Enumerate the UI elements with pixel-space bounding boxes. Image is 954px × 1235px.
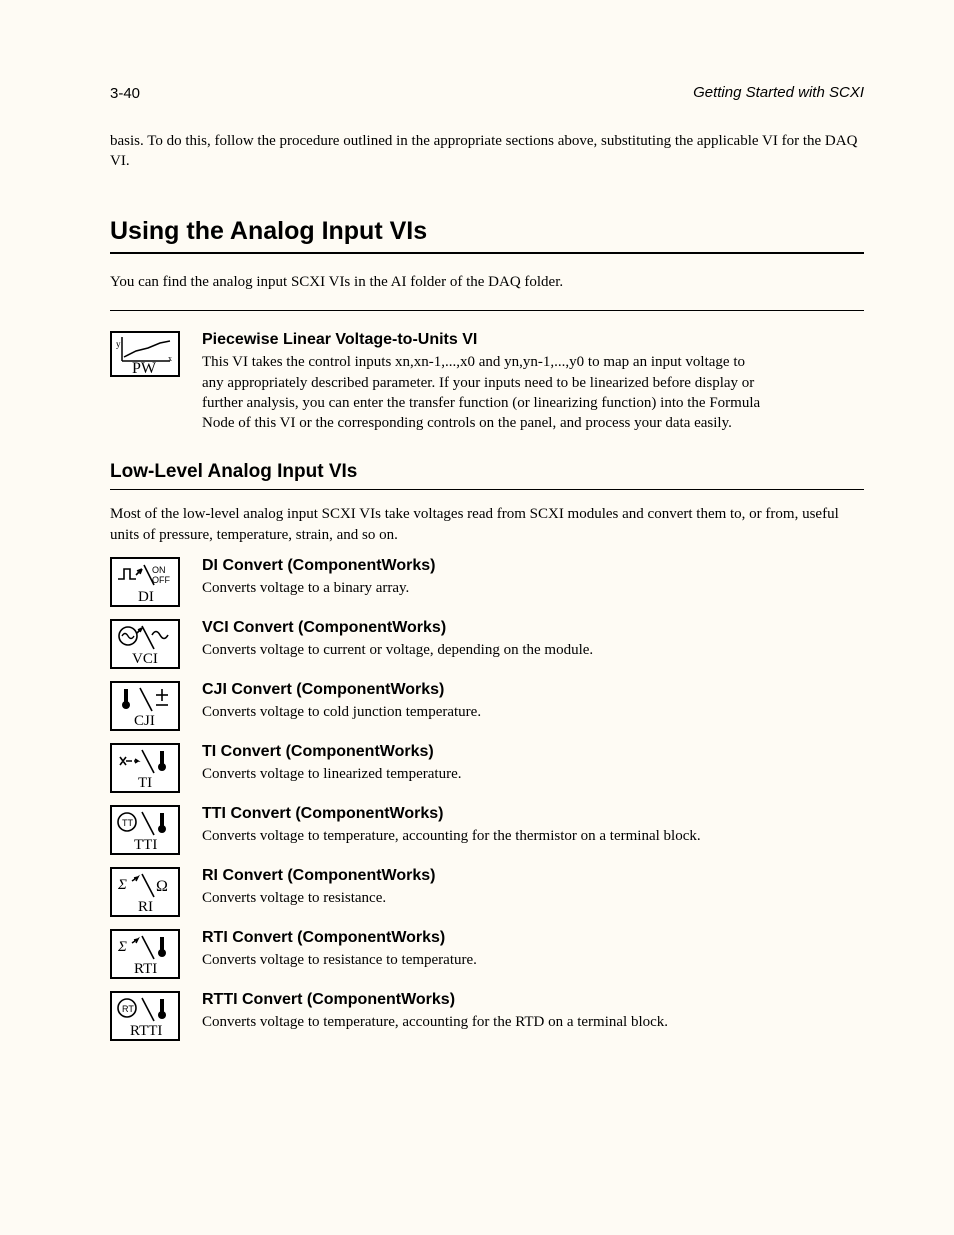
vi-name: DI Convert (ComponentWorks) [202,555,762,577]
vi-row-ti: TI TI Convert (ComponentWorks) Converts … [110,741,864,793]
svg-text:TT: TT [122,818,133,828]
low-level-intro: Most of the low-level analog input SCXI … [110,504,864,545]
vi-desc: Converts voltage to temperature, account… [202,1012,762,1032]
pw-vi-title: Piecewise Linear Voltage-to-Units VI [202,329,762,351]
vi-name: RTI Convert (ComponentWorks) [202,927,762,949]
after-rule-paragraph: You can find the analog input SCXI VIs i… [110,272,864,292]
vi-row-rtti: RT RTTI RTTI Convert (ComponentWorks) Co… [110,989,864,1041]
low-level-title: Low-Level Analog Input VIs [110,461,864,483]
svg-text:CJI: CJI [134,713,155,729]
svg-text:VCI: VCI [132,651,158,667]
vi-list: ON OFF DI DI Convert (ComponentWorks) Co… [110,555,864,1041]
svg-text:x: x [168,354,172,363]
page: 3-40 Getting Started with SCXI basis. To… [0,0,954,1235]
vi-row-cji: CJI CJI Convert (ComponentWorks) Convert… [110,679,864,731]
vi-desc: Converts voltage to current or voltage, … [202,640,762,660]
piecewise-linear-icon: y x PW [110,331,180,377]
thin-rule-2 [110,489,864,490]
svg-text:OFF: OFF [152,575,170,585]
pw-icon-label: PW [132,360,157,375]
vi-row-ri: Σ Ω RI RI Convert (ComponentWorks) Conve… [110,865,864,917]
pw-vi-text: Piecewise Linear Voltage-to-Units VI Thi… [202,329,762,434]
vi-row-di: ON OFF DI DI Convert (ComponentWorks) Co… [110,555,864,607]
svg-text:TI: TI [138,775,152,791]
vi-desc: Converts voltage to temperature, account… [202,826,762,846]
vi-desc: Converts voltage to a binary array. [202,578,762,598]
vi-name: RTTI Convert (ComponentWorks) [202,989,762,1011]
svg-text:ON: ON [152,565,166,575]
ti-convert-icon: TI [110,743,180,793]
thin-rule-1 [110,310,864,311]
vi-name: CJI Convert (ComponentWorks) [202,679,762,701]
svg-text:y: y [116,339,121,349]
vi-row-vci: VCI VCI Convert (ComponentWorks) Convert… [110,617,864,669]
cji-convert-icon: CJI [110,681,180,731]
ri-convert-icon: Σ Ω RI [110,867,180,917]
svg-text:TTI: TTI [134,837,157,853]
rtti-convert-icon: RT RTTI [110,991,180,1041]
book-title: Getting Started with SCXI [110,84,864,101]
vci-convert-icon: VCI [110,619,180,669]
vi-desc: Converts voltage to resistance. [202,888,762,908]
tti-convert-icon: TT TTI [110,805,180,855]
vi-name: RI Convert (ComponentWorks) [202,865,762,887]
vi-row-tti: TT TTI TTI Convert (ComponentWorks) Conv… [110,803,864,855]
section-title: Using the Analog Input VIs [110,217,864,246]
svg-text:RI: RI [138,899,153,915]
svg-text:Ω: Ω [156,878,168,895]
svg-text:RTI: RTI [134,961,157,977]
vi-name: TI Convert (ComponentWorks) [202,741,762,763]
svg-text:RTTI: RTTI [130,1023,162,1039]
intro-paragraph: basis. To do this, follow the procedure … [110,131,864,172]
svg-text:Σ: Σ [117,939,127,955]
svg-text:Σ: Σ [117,877,127,893]
vi-desc: Converts voltage to linearized temperatu… [202,764,762,784]
section-rule [110,252,864,254]
pw-vi-body: This VI takes the control inputs xn,xn-1… [202,352,762,433]
vi-desc: Converts voltage to cold junction temper… [202,702,762,722]
pw-vi-block: y x PW Piecewise Linear Voltage-to-Units… [110,329,864,434]
vi-desc: Converts voltage to resistance to temper… [202,950,762,970]
vi-row-rti: Σ RTI RTI Convert (ComponentWorks) Conve… [110,927,864,979]
di-convert-icon: ON OFF DI [110,557,180,607]
svg-text:DI: DI [138,589,154,605]
vi-name: TTI Convert (ComponentWorks) [202,803,762,825]
svg-text:RT: RT [122,1004,134,1014]
rti-convert-icon: Σ RTI [110,929,180,979]
vi-name: VCI Convert (ComponentWorks) [202,617,762,639]
